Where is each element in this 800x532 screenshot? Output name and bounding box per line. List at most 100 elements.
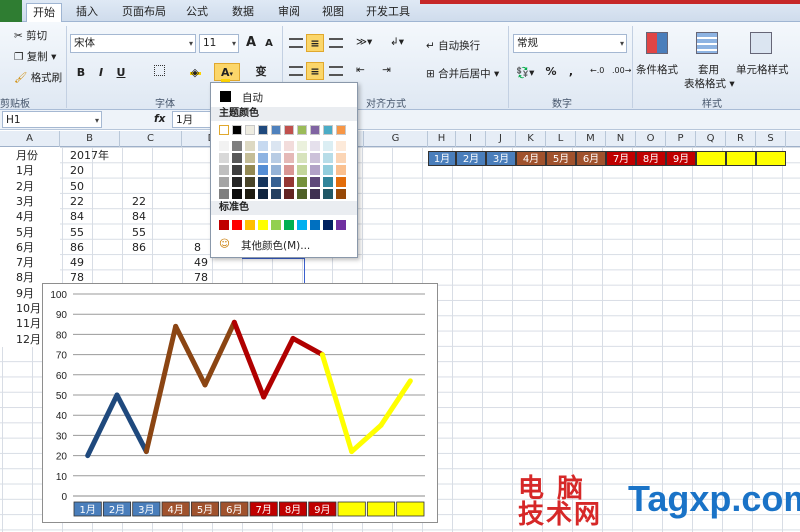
theme-shade-swatch[interactable] — [219, 165, 229, 175]
font-name-select[interactable]: 宋体 ▾ — [70, 34, 196, 53]
column-header-i[interactable]: I — [456, 131, 486, 147]
theme-shade-swatch[interactable] — [336, 141, 346, 151]
align-right-icon[interactable] — [329, 66, 343, 76]
tab-review[interactable]: 审阅 — [272, 3, 306, 22]
theme-shade-swatch[interactable] — [245, 189, 255, 199]
italic-button[interactable]: I — [92, 64, 110, 82]
theme-shade-swatch[interactable] — [297, 189, 307, 199]
column-header-s[interactable]: S — [756, 131, 786, 147]
wrap-text-button[interactable]: ↵ 自动换行 — [426, 38, 480, 53]
theme-shade-swatch[interactable] — [258, 177, 268, 187]
align-center-button[interactable]: ≡ — [306, 62, 324, 80]
theme-shade-swatch[interactable] — [219, 153, 229, 163]
header-cell[interactable] — [696, 151, 726, 166]
theme-shade-swatch[interactable] — [232, 153, 242, 163]
theme-shade-swatch[interactable] — [284, 177, 294, 187]
theme-shade-swatch[interactable] — [310, 189, 320, 199]
decrease-decimal-button[interactable]: .00→ — [612, 66, 631, 75]
theme-shade-swatch[interactable] — [336, 165, 346, 175]
tab-view[interactable]: 视图 — [316, 3, 350, 22]
header-cell[interactable]: 8月 — [636, 151, 666, 166]
border-button[interactable] — [150, 64, 168, 82]
theme-shade-swatch[interactable] — [310, 153, 320, 163]
theme-shade-swatch[interactable] — [284, 165, 294, 175]
increase-decimal-button[interactable]: ←.0 — [590, 66, 604, 75]
line-chart[interactable]: 0 10 20 30 40 50 60 70 80 90 100 1月 2月 3月 4月 5月 6月 7月 8月 9月… — [42, 283, 438, 523]
theme-shade-swatch[interactable] — [258, 153, 268, 163]
tab-home[interactable]: 开始 — [26, 3, 62, 22]
theme-swatch[interactable] — [245, 125, 255, 135]
column-header-m[interactable]: M — [576, 131, 606, 147]
standard-swatch[interactable] — [232, 220, 242, 230]
theme-shade-swatch[interactable] — [284, 141, 294, 151]
column-header-q[interactable]: Q — [696, 131, 726, 147]
header-cell[interactable]: 9月 — [666, 151, 696, 166]
theme-shade-swatch[interactable] — [232, 177, 242, 187]
theme-shade-swatch[interactable] — [245, 153, 255, 163]
tab-insert[interactable]: 插入 — [70, 3, 104, 22]
column-header-k[interactable]: K — [516, 131, 546, 147]
indent-menu-button[interactable]: ↲▾ — [390, 36, 404, 48]
theme-shade-swatch[interactable] — [219, 141, 229, 151]
tab-developer[interactable]: 开发工具 — [360, 3, 416, 22]
theme-shade-swatch[interactable] — [297, 141, 307, 151]
standard-swatch[interactable] — [258, 220, 268, 230]
theme-swatch[interactable] — [271, 125, 281, 135]
copy-button[interactable]: ❐ 复制 ▾ — [14, 49, 56, 64]
theme-swatch[interactable] — [323, 125, 333, 135]
shrink-font-button[interactable]: A — [260, 35, 278, 53]
theme-shade-swatch[interactable] — [258, 141, 268, 151]
decrease-indent-button[interactable]: ⇤ — [356, 64, 365, 76]
more-colors-item[interactable]: ☺ 其他颜色(M)... — [215, 236, 353, 253]
theme-shade-swatch[interactable] — [284, 189, 294, 199]
insert-function-button[interactable]: fx — [154, 113, 165, 125]
theme-shade-swatch[interactable] — [323, 141, 333, 151]
theme-shade-swatch[interactable] — [323, 165, 333, 175]
header-cell[interactable] — [726, 151, 756, 166]
theme-shade-swatch[interactable] — [271, 177, 281, 187]
column-header-j[interactable]: J — [486, 131, 516, 147]
theme-swatch[interactable] — [310, 125, 320, 135]
auto-color-item[interactable]: 自动 — [215, 87, 353, 104]
column-header-o[interactable]: O — [636, 131, 666, 147]
column-header-c[interactable]: C — [120, 131, 182, 147]
standard-swatch[interactable] — [323, 220, 333, 230]
column-header-h[interactable]: H — [428, 131, 456, 147]
theme-shade-swatch[interactable] — [310, 141, 320, 151]
number-format-select[interactable]: 常规 ▾ — [513, 34, 627, 53]
bold-button[interactable]: B — [72, 64, 90, 82]
theme-shade-swatch[interactable] — [336, 189, 346, 199]
theme-swatch[interactable] — [297, 125, 307, 135]
orientation-button[interactable]: ≫▾ — [356, 36, 372, 48]
name-box[interactable]: H1 ▾ — [2, 111, 102, 128]
increase-indent-button[interactable]: ⇥ — [382, 64, 391, 76]
align-top-icon[interactable] — [289, 38, 303, 48]
cut-button[interactable]: ✂ 剪切 — [14, 28, 47, 43]
header-cell[interactable]: 7月 — [606, 151, 636, 166]
theme-swatch[interactable] — [284, 125, 294, 135]
theme-shade-swatch[interactable] — [297, 165, 307, 175]
theme-shade-swatch[interactable] — [245, 165, 255, 175]
theme-shade-swatch[interactable] — [323, 177, 333, 187]
theme-shade-swatch[interactable] — [323, 189, 333, 199]
grow-font-button[interactable]: A — [242, 34, 260, 52]
theme-shade-swatch[interactable] — [219, 177, 229, 187]
column-header-n[interactable]: N — [606, 131, 636, 147]
standard-swatch[interactable] — [271, 220, 281, 230]
theme-shade-swatch[interactable] — [297, 177, 307, 187]
theme-shade-swatch[interactable] — [284, 153, 294, 163]
theme-shade-swatch[interactable] — [271, 141, 281, 151]
tab-data[interactable]: 数据 — [226, 3, 260, 22]
currency-button[interactable]: 💱▾ — [516, 66, 534, 79]
theme-shade-swatch[interactable] — [271, 189, 281, 199]
header-cell[interactable]: 3月 — [486, 151, 516, 166]
theme-shade-swatch[interactable] — [245, 141, 255, 151]
font-size-select[interactable]: 11 ▾ — [199, 34, 239, 53]
header-cell[interactable] — [756, 151, 786, 166]
standard-swatch[interactable] — [245, 220, 255, 230]
percent-button[interactable]: % — [542, 63, 560, 81]
column-header-b[interactable]: B — [60, 131, 120, 147]
format-painter-button[interactable]: 🖌 格式刷 — [14, 70, 62, 85]
merge-center-button[interactable]: ⊞ 合并后居中 ▾ — [426, 66, 499, 81]
standard-swatch[interactable] — [310, 220, 320, 230]
